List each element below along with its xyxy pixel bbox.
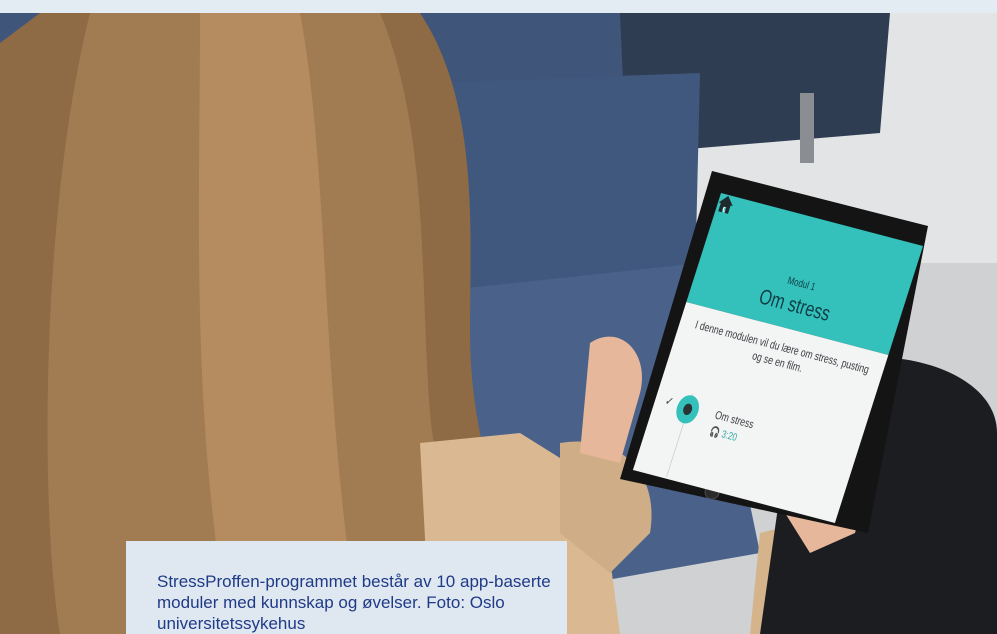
- play-icon: [681, 402, 694, 416]
- caption-box: StressProffen-programmet består av 10 ap…: [126, 541, 567, 634]
- check-icon: ✓: [663, 393, 676, 409]
- top-strip: [0, 0, 997, 13]
- caption-text: StressProffen-programmet består av 10 ap…: [157, 572, 551, 633]
- track-duration-row: 🎧3:20: [708, 425, 738, 444]
- track-duration: 3:20: [719, 428, 739, 444]
- track-play-button[interactable]: [672, 392, 703, 426]
- chair-leg: [800, 93, 814, 163]
